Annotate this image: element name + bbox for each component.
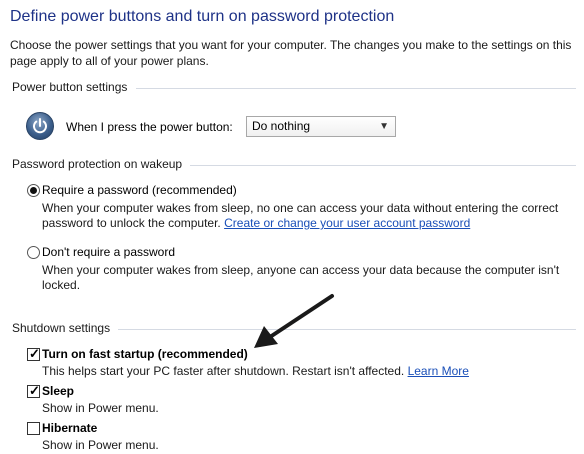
require-password-desc-line1: When your computer wakes from sleep, no … [42,201,559,215]
sleep-checkbox[interactable]: ✓ [27,383,40,398]
require-password-desc-line2: password to unlock the computer. [42,216,221,230]
learn-more-link[interactable]: Learn More [408,364,469,378]
power-button-section-title: Power button settings [12,80,128,94]
password-section-title: Password protection on wakeup [12,157,183,171]
power-button-label: When I press the power button: [66,120,233,134]
power-button-action-dropdown[interactable]: Do nothing ▼ [246,116,396,137]
fast-startup-label[interactable]: Turn on fast startup (recommended) [42,347,248,361]
power-icon [26,112,54,140]
no-password-desc-line1: When your computer wakes from sleep, any… [42,263,560,277]
shutdown-section-title: Shutdown settings [12,321,111,335]
sleep-desc: Show in Power menu. [42,401,159,415]
fast-startup-checkbox[interactable]: ✓ [27,346,40,361]
page-title: Define power buttons and turn on passwor… [10,8,395,25]
sleep-label[interactable]: Sleep [42,384,74,398]
fast-startup-desc: This helps start your PC faster after sh… [42,364,405,378]
page-description: Choose the power settings that you want … [10,38,572,68]
no-password-label[interactable]: Don't require a password [42,245,175,259]
no-password-desc-line2: locked. [42,278,81,292]
section-divider [136,88,576,89]
dropdown-selected-value: Do nothing [252,119,311,133]
hibernate-label[interactable]: Hibernate [42,421,97,435]
require-password-radio[interactable] [27,184,40,197]
require-password-label[interactable]: Require a password (recommended) [42,183,237,197]
section-divider [118,329,576,330]
checkmark-icon: ✓ [29,346,40,361]
hibernate-desc: Show in Power menu. [42,438,159,452]
no-password-radio[interactable] [27,246,40,259]
section-divider [190,165,576,166]
checkmark-icon: ✓ [29,383,40,398]
change-password-link[interactable]: Create or change your user account passw… [224,216,470,230]
hibernate-checkbox[interactable] [27,422,40,435]
chevron-down-icon: ▼ [379,121,389,132]
annotation-arrow-icon [254,294,334,348]
